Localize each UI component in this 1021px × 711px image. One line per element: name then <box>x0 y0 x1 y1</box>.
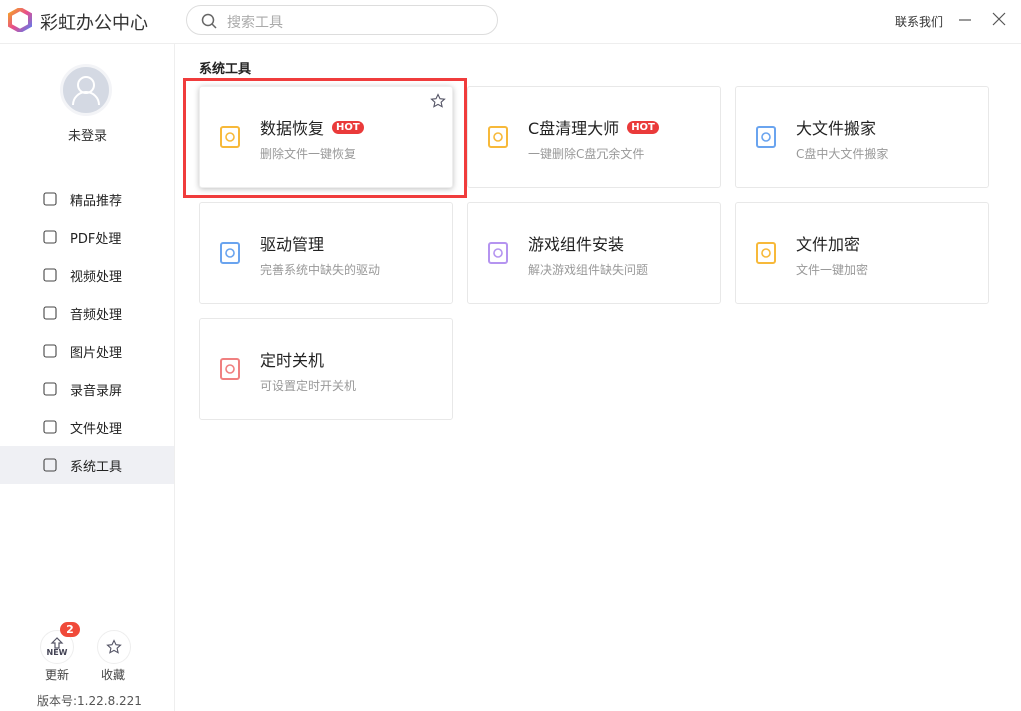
image-icon <box>42 343 58 359</box>
thumbs-up-icon <box>42 191 58 207</box>
tool-title: C盘清理大师 <box>528 115 619 139</box>
sidebar: 未登录 精品推荐 PDF处理视频处理音频处理图片处理录音录屏文件处理系统工具 NE… <box>0 44 175 711</box>
sidebar-item-label: 视频处理 <box>70 266 122 285</box>
tool-card[interactable]: 文件加密文件一键加密 <box>735 202 989 304</box>
music-icon <box>42 305 58 321</box>
hot-badge: HOT <box>627 121 659 134</box>
sidebar-item-label: PDF处理 <box>70 228 121 247</box>
search-icon <box>201 13 217 29</box>
tool-icon <box>754 123 780 151</box>
app-title: 彩虹办公中心 <box>40 9 148 35</box>
pdf-icon <box>42 229 58 245</box>
tool-description: 完善系统中缺失的驱动 <box>260 261 380 278</box>
sidebar-item-4[interactable]: 图片处理 <box>0 332 174 370</box>
sidebar-item-label: 精品推荐 <box>70 190 122 209</box>
tool-card[interactable]: 驱动管理完善系统中缺失的驱动 <box>199 202 453 304</box>
folder-icon <box>42 419 58 435</box>
section-title: 系统工具 <box>199 58 251 77</box>
search-placeholder: 搜索工具 <box>227 12 283 32</box>
tool-card[interactable]: C盘清理大师 HOT 一键删除C盘冗余文件 <box>467 86 721 188</box>
sidebar-item-0[interactable]: 精品推荐 <box>0 180 174 218</box>
sidebar-item-7[interactable]: 系统工具 <box>0 446 174 484</box>
sidebar-item-label: 文件处理 <box>70 418 122 437</box>
tool-description: 可设置定时开关机 <box>260 377 356 394</box>
version-label: 版本号:1.22.8.221 <box>37 692 142 709</box>
user-icon <box>63 67 109 113</box>
app-logo-icon <box>8 8 32 32</box>
tool-icon <box>486 123 512 151</box>
system-icon <box>42 457 58 473</box>
microphone-icon <box>42 381 58 397</box>
sidebar-item-label: 系统工具 <box>70 456 122 475</box>
avatar[interactable] <box>60 64 112 116</box>
favorites-label[interactable]: 收藏 <box>101 666 125 683</box>
sidebar-item-label: 图片处理 <box>70 342 122 361</box>
tool-description: 一键删除C盘冗余文件 <box>528 145 644 162</box>
sidebar-item-label: 录音录屏 <box>70 380 122 399</box>
star-icon <box>106 639 122 655</box>
tool-card[interactable]: 大文件搬家 C盘中大文件搬家 <box>735 86 989 188</box>
contact-us-link[interactable]: 联系我们 <box>895 13 943 30</box>
sidebar-item-3[interactable]: 音频处理 <box>0 294 174 332</box>
title-bar: 彩虹办公中心 搜索工具 联系我们 <box>0 0 1021 44</box>
tool-icon <box>486 239 512 267</box>
tool-description: C盘中大文件搬家 <box>796 145 888 162</box>
tool-card[interactable]: 定时关机可设置定时开关机 <box>199 318 453 420</box>
tool-title: 文件加密 <box>796 231 860 255</box>
favorites-button[interactable] <box>97 630 131 664</box>
sidebar-item-1[interactable]: PDF处理 <box>0 218 174 256</box>
update-label[interactable]: 更新 <box>45 666 69 683</box>
search-input[interactable]: 搜索工具 <box>186 5 498 35</box>
close-icon[interactable] <box>992 12 1006 26</box>
login-status[interactable]: 未登录 <box>0 125 175 144</box>
tool-description: 解决游戏组件缺失问题 <box>528 261 648 278</box>
tool-description: 文件一键加密 <box>796 261 868 278</box>
tool-icon <box>218 239 244 267</box>
video-icon <box>42 267 58 283</box>
tool-icon <box>218 355 244 383</box>
highlight-box <box>183 78 467 198</box>
tool-title: 游戏组件安装 <box>528 231 624 255</box>
sidebar-item-6[interactable]: 文件处理 <box>0 408 174 446</box>
update-count-badge: 2 <box>60 622 80 637</box>
tool-title: 驱动管理 <box>260 231 324 255</box>
sidebar-item-5[interactable]: 录音录屏 <box>0 370 174 408</box>
tool-card[interactable]: 游戏组件安装解决游戏组件缺失问题 <box>467 202 721 304</box>
update-new-text: NEW <box>47 649 68 657</box>
sidebar-item-label: 音频处理 <box>70 304 122 323</box>
tool-title: 定时关机 <box>260 347 324 371</box>
tool-icon <box>754 239 780 267</box>
tool-title: 大文件搬家 <box>796 115 876 139</box>
minimize-icon[interactable] <box>958 13 972 27</box>
sidebar-item-2[interactable]: 视频处理 <box>0 256 174 294</box>
